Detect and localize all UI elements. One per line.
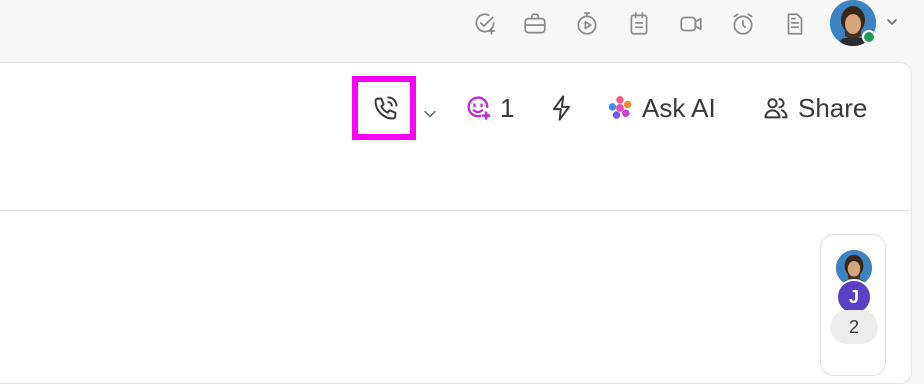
user-avatar-button[interactable] — [830, 0, 878, 48]
ask-ai-button[interactable]: Ask AI — [606, 86, 716, 130]
assignees-count: 1 — [500, 92, 515, 123]
video-camera-icon[interactable] — [676, 9, 706, 39]
phone-call-icon — [374, 96, 398, 120]
briefcase-icon[interactable] — [520, 9, 550, 39]
assignees-button[interactable]: 1 — [464, 86, 514, 130]
call-button[interactable] — [372, 86, 400, 130]
alarm-clock-icon[interactable] — [728, 9, 758, 39]
online-status-dot — [862, 30, 876, 44]
document-icon[interactable] — [780, 9, 810, 39]
ai-sparkle-icon — [608, 96, 632, 119]
watchers-count-badge: 2 — [830, 310, 878, 344]
top-bar — [0, 0, 924, 48]
lightning-icon — [552, 95, 570, 121]
clipboard-icon[interactable] — [624, 9, 654, 39]
automation-button[interactable] — [548, 86, 576, 130]
call-options-dropdown[interactable] — [420, 92, 440, 136]
smiley-sparkle-icon — [467, 96, 491, 120]
chevron-down-icon — [424, 110, 436, 118]
users-icon — [764, 98, 788, 119]
ask-ai-label: Ask AI — [642, 92, 716, 123]
share-button[interactable]: Share — [762, 86, 867, 130]
share-label: Share — [798, 92, 868, 123]
chevron-down-icon[interactable] — [884, 14, 900, 30]
timer-play-icon[interactable] — [572, 9, 602, 39]
task-add-icon[interactable] — [470, 9, 500, 39]
toolbar-divider — [0, 210, 910, 211]
